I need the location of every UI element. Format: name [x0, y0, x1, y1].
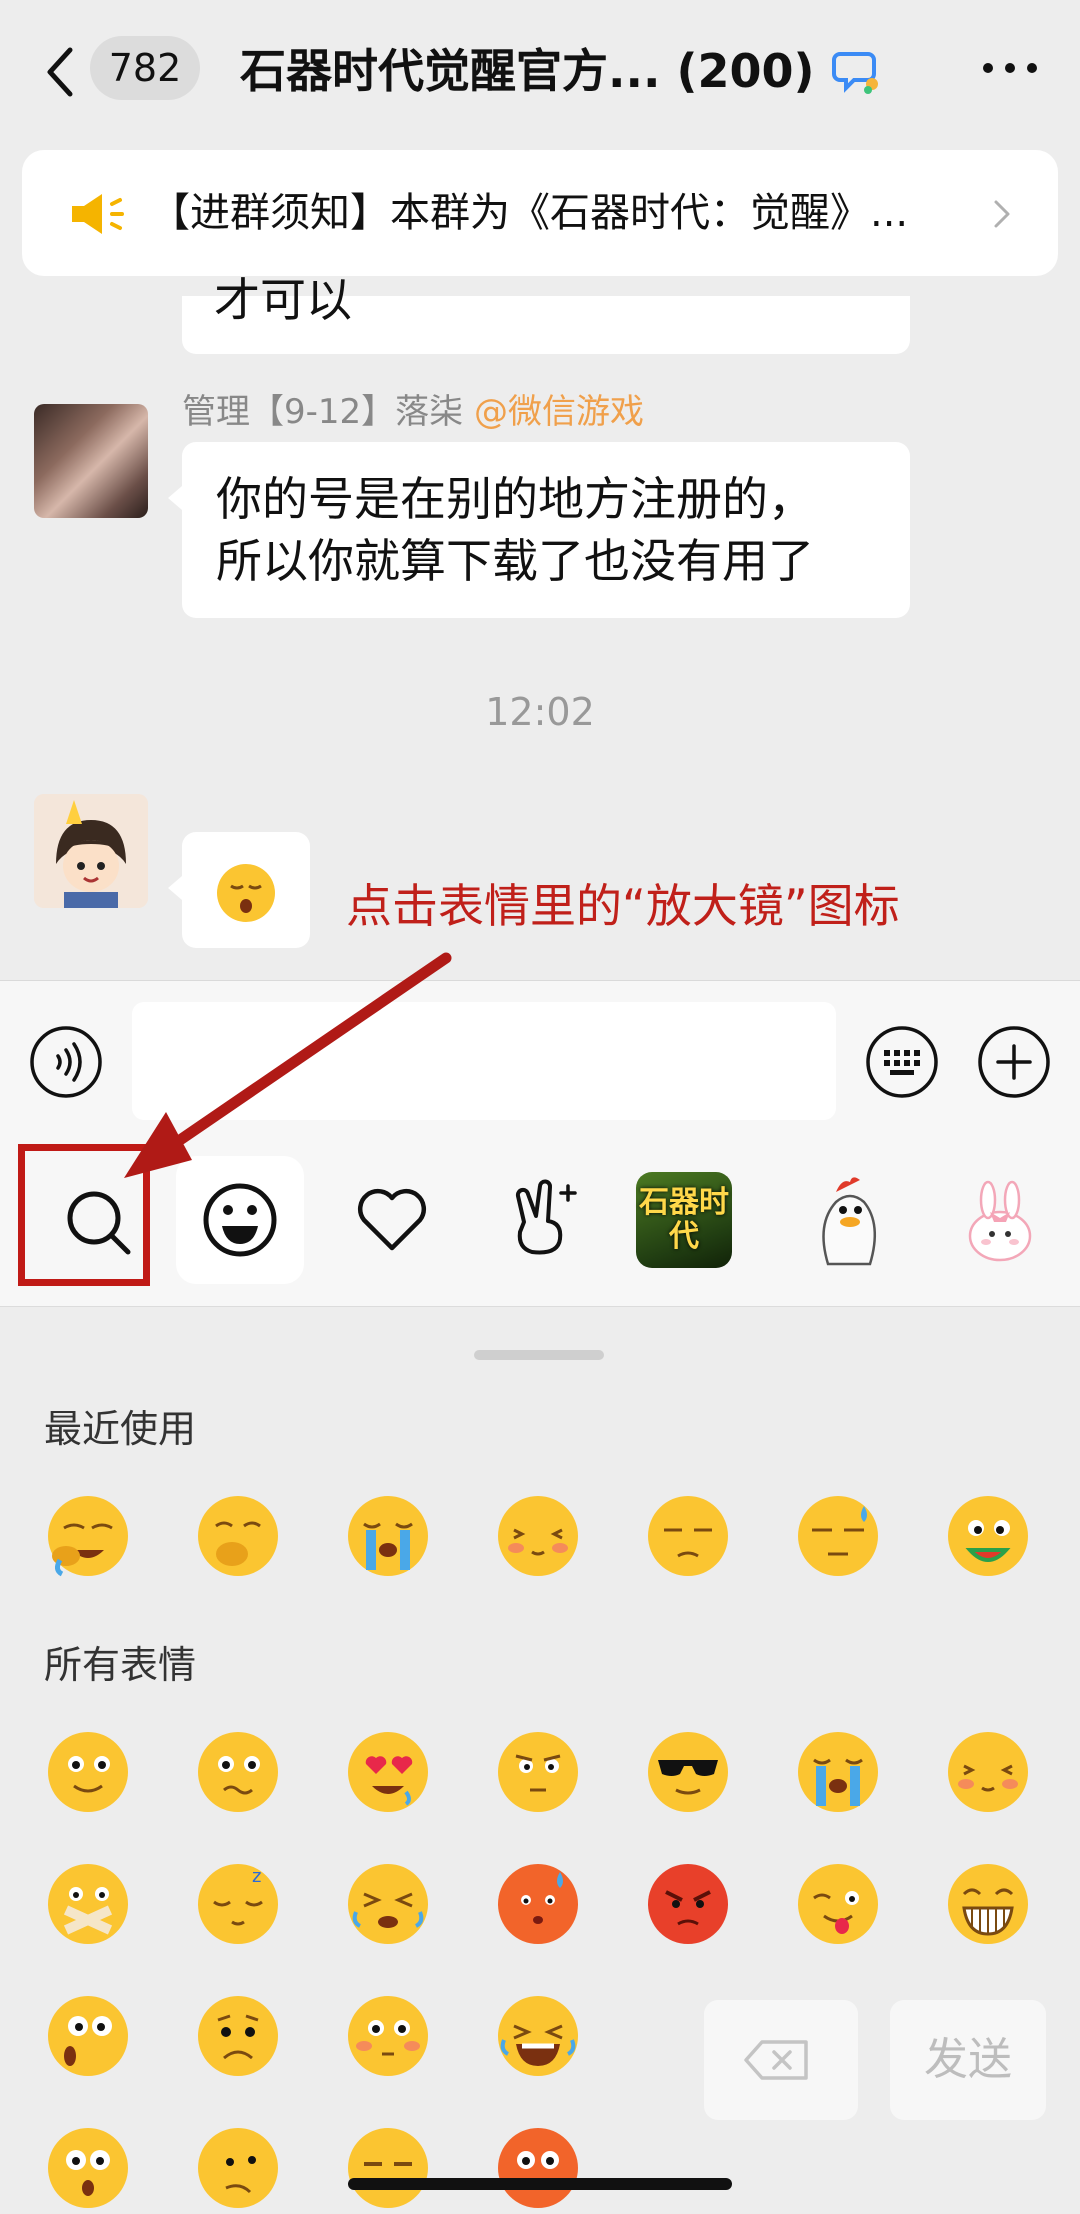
chat-title: 石器时代觉醒官方... (200): [240, 44, 815, 98]
all-emoji-title: 所有表情: [44, 1643, 197, 1687]
chevron-right-icon[interactable]: [990, 198, 1014, 230]
time-separator: 12:02: [485, 690, 595, 734]
crying-emoji-icon[interactable]: [796, 1730, 880, 1814]
shocked-emoji-icon[interactable]: [46, 2126, 130, 2210]
message-line: 你的号是在别的地方注册的，: [216, 472, 814, 526]
tab-duck-stickers[interactable]: [798, 1168, 898, 1268]
game-sticker-label: 石器时代: [639, 1185, 729, 1254]
group-chat-icon: [832, 52, 878, 94]
tab-emoji[interactable]: [176, 1156, 304, 1284]
annotation-text: 点击表情里的“放大镜”图标: [346, 879, 900, 933]
tab-game-stickers[interactable]: 石器时代: [636, 1172, 732, 1268]
heart-icon: [357, 1188, 427, 1251]
bunny-sticker-icon: [968, 1180, 1032, 1262]
sweat-emoji-icon[interactable]: [796, 1494, 880, 1578]
tab-bunny-stickers[interactable]: [950, 1172, 1050, 1272]
heart-eyes-emoji-icon[interactable]: [346, 1730, 430, 1814]
voice-input-icon[interactable]: [28, 1024, 104, 1100]
shocked-emoji-icon[interactable]: [46, 1994, 130, 2078]
tongue-wink-emoji-icon[interactable]: [796, 1862, 880, 1946]
avatar[interactable]: [34, 404, 148, 518]
duck-sticker-icon: [822, 1177, 876, 1266]
facepalm-emoji-icon[interactable]: [46, 1494, 130, 1578]
shy-emoji-icon[interactable]: [946, 1730, 1030, 1814]
search-highlight-box: [18, 1144, 150, 1286]
thinking-emoji-icon[interactable]: [196, 2126, 280, 2210]
angry-emoji-icon[interactable]: [646, 1862, 730, 1946]
tab-favorites[interactable]: [328, 1156, 456, 1284]
sleepy-emoji-icon: [217, 864, 275, 922]
plus-icon[interactable]: [976, 1024, 1052, 1100]
laugh-tears-emoji-icon[interactable]: [496, 1994, 580, 2078]
blush-emoji-icon[interactable]: [346, 1994, 430, 2078]
more-options-icon[interactable]: [970, 48, 1050, 88]
watermelon-emoji-icon[interactable]: [946, 1494, 1030, 1578]
svg-text:z: z: [252, 1866, 261, 1887]
smiley-icon: [203, 1183, 277, 1257]
shut-mouth-emoji-icon[interactable]: [46, 1862, 130, 1946]
sender-name: 管理【9-12】落柒 @微信游戏: [182, 390, 644, 434]
pouting-emoji-icon[interactable]: [496, 1862, 580, 1946]
message-input[interactable]: [132, 1002, 836, 1120]
unamused-emoji-icon[interactable]: [646, 1494, 730, 1578]
notice-text: 【进群须知】本群为《石器时代：觉醒》...: [150, 190, 909, 236]
sad-emoji-icon[interactable]: [196, 1994, 280, 2078]
message-line: 所以你就算下载了也没有用了: [216, 534, 814, 588]
panel-drag-handle[interactable]: [474, 1350, 604, 1360]
send-button[interactable]: 发送: [890, 2000, 1046, 2120]
awkward-emoji-icon[interactable]: [196, 1730, 280, 1814]
home-indicator: [348, 2178, 732, 2190]
grin-emoji-icon[interactable]: [946, 1862, 1030, 1946]
scared-emoji-icon[interactable]: [496, 2126, 580, 2210]
message-text: 你的号是在别的地方注册的， 所以你就算下载了也没有用了: [216, 468, 896, 592]
crying-emoji-icon[interactable]: [346, 1494, 430, 1578]
stare-emoji-icon[interactable]: [496, 1730, 580, 1814]
bubble-tail: [168, 486, 182, 510]
sleep-emoji-icon[interactable]: z: [196, 1862, 280, 1946]
smirk-hand-emoji-icon[interactable]: [196, 1494, 280, 1578]
sender-name-text: 管理【9-12】落柒: [182, 392, 464, 432]
delete-button[interactable]: [704, 2000, 858, 2120]
backspace-icon: [744, 2040, 808, 2080]
smile-emoji-icon[interactable]: [46, 1730, 130, 1814]
sender-tag: @微信游戏: [473, 392, 644, 432]
avatar[interactable]: [34, 794, 148, 908]
speechless-emoji-icon[interactable]: [346, 2126, 430, 2210]
keyboard-icon[interactable]: [864, 1024, 940, 1100]
bubble-tail: [168, 876, 182, 900]
message-text: 才可以: [214, 273, 352, 327]
unread-count-badge[interactable]: 782: [90, 36, 200, 100]
megaphone-icon: [72, 194, 124, 234]
grimace-emoji-icon[interactable]: [346, 1862, 430, 1946]
cartoon-boy-avatar-icon: [34, 794, 148, 908]
gesture-icon: [515, 1179, 577, 1255]
sunglasses-emoji-icon[interactable]: [646, 1730, 730, 1814]
tab-gestures[interactable]: [480, 1156, 608, 1284]
shy-emoji-icon[interactable]: [496, 1494, 580, 1578]
back-chevron-icon[interactable]: [40, 44, 80, 100]
recent-emoji-title: 最近使用: [44, 1407, 197, 1451]
